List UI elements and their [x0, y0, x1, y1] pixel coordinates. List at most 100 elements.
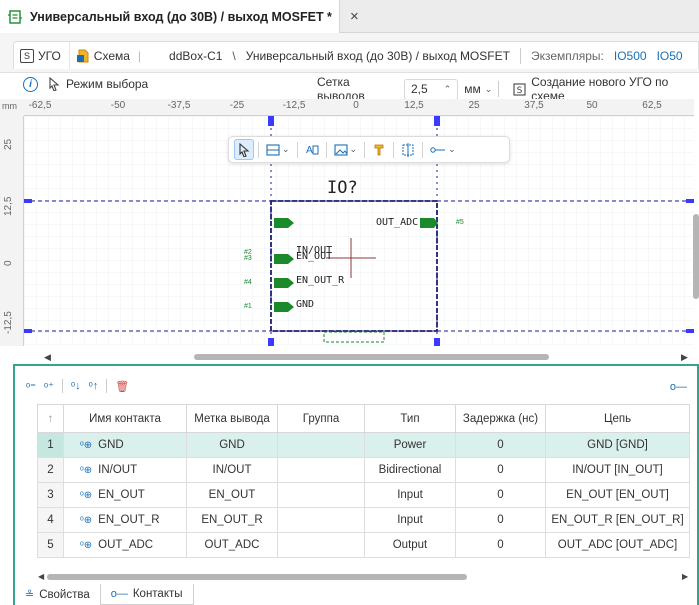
instance-link[interactable]: IO50	[657, 49, 683, 63]
pin-icon: ᵒ⊕	[80, 540, 93, 551]
text-tool-button[interactable]: A	[302, 139, 322, 160]
type-cell[interactable]: Output	[364, 532, 456, 558]
pin-number: #4	[244, 279, 252, 286]
net-cell[interactable]: GND [GND]	[545, 432, 690, 458]
pin-label-cell[interactable]: OUT_ADC	[186, 532, 278, 558]
chevron-down-icon: ⌄	[349, 144, 358, 154]
horizontal-scrollbar[interactable]	[40, 352, 685, 362]
shape-tool-button[interactable]: ⌄	[263, 139, 293, 160]
pin-icon: ᵒ⊕	[80, 490, 93, 501]
group-cell[interactable]	[277, 482, 365, 508]
chevron-down-icon: ⌄	[282, 144, 290, 154]
image-tool-button[interactable]: ⌄	[331, 139, 361, 160]
contacts-table: ↑ Имя контакта Метка вывода Группа Тип З…	[37, 404, 690, 558]
group-cell[interactable]	[277, 532, 365, 558]
table-horizontal-scrollbar[interactable]	[37, 572, 689, 582]
column-header[interactable]: Метка вывода	[186, 404, 278, 433]
ruler-label: 0	[3, 260, 14, 266]
close-icon[interactable]: ×	[350, 9, 359, 24]
column-header[interactable]: Имя контакта	[63, 404, 187, 433]
instance-link[interactable]: IO500	[614, 49, 647, 63]
grid-value: 2,5	[411, 82, 428, 96]
column-header[interactable]: Задержка (нс)	[455, 404, 546, 433]
divider	[258, 141, 259, 158]
contact-name-cell[interactable]: ᵒ⊕ EN_OUT_R	[63, 507, 187, 533]
scroll-right-icon[interactable]: ▶	[681, 352, 688, 363]
divider	[296, 141, 298, 158]
delay-cell[interactable]: 0	[455, 482, 546, 508]
tab-schematic[interactable]: Схема |	[70, 42, 149, 69]
ruler-label: 62,5	[642, 100, 662, 111]
unit-dropdown[interactable]: мм ⌄	[464, 82, 492, 96]
pin-number: #5	[456, 219, 464, 226]
type-cell[interactable]: Bidirectional	[364, 457, 456, 483]
type-cell[interactable]: Input	[364, 507, 456, 533]
add-pin-group-icon[interactable]: ᵒ⁺	[44, 380, 54, 393]
divider	[325, 141, 327, 158]
delay-cell[interactable]: 0	[455, 432, 546, 458]
move-down-icon[interactable]: ᵒ↓	[71, 380, 81, 392]
sort-indicator[interactable]: ↑	[37, 404, 64, 433]
move-up-icon[interactable]: ᵒ↑	[89, 380, 99, 392]
net-cell[interactable]: IN/OUT [IN_OUT]	[545, 457, 690, 483]
pin-icon: o—	[110, 588, 128, 600]
tab-properties[interactable]: ≗ Свойства	[15, 584, 100, 605]
pin-label-cell[interactable]: GND	[186, 432, 278, 458]
net-cell[interactable]: EN_OUT_R [EN_OUT_R]	[545, 507, 690, 533]
table-row[interactable]: 3 ᵒ⊕ EN_OUT EN_OUT Input 0 EN_OUT [EN_OUT…	[37, 482, 690, 508]
ruler-horizontal: -62,5 -50 -37,5 -25 -12,5 0 12,5 25 37,5…	[24, 99, 694, 116]
column-header[interactable]: Цепь	[545, 404, 690, 433]
pin-view-icon[interactable]: o—	[670, 381, 687, 393]
pin-label-cell[interactable]: IN/OUT	[186, 457, 278, 483]
table-row[interactable]: 5 ᵒ⊕ OUT_ADC OUT_ADC Output 0 OUT_ADC [OU…	[37, 532, 690, 558]
delay-cell[interactable]: 0	[455, 507, 546, 533]
scroll-right-icon[interactable]: ▶	[682, 572, 688, 581]
document-tab[interactable]: Универсальный вход (до 30В) / выход MOSF…	[0, 0, 359, 33]
delay-cell[interactable]: 0	[455, 532, 546, 558]
type-cell[interactable]: Input	[364, 482, 456, 508]
pin-icon: ᵒ⊕	[80, 465, 93, 476]
grid-spinbox[interactable]: 2,5 ⌃	[404, 78, 459, 100]
tab-contacts[interactable]: o— Контакты	[99, 584, 194, 605]
table-row[interactable]: 2 ᵒ⊕ IN/OUT IN/OUT Bidirectional 0 IN/OUT…	[37, 457, 690, 483]
info-icon[interactable]: i	[23, 77, 38, 92]
column-header[interactable]: Тип	[364, 404, 456, 433]
delete-icon[interactable]: 🗑	[115, 380, 129, 393]
delay-cell[interactable]: 0	[455, 457, 546, 483]
breadcrumb-project[interactable]: ddBox-C1	[169, 49, 222, 63]
contact-name-cell[interactable]: ᵒ⊕ EN_OUT	[63, 482, 187, 508]
net-cell[interactable]: EN_OUT [EN_OUT]	[545, 482, 690, 508]
pin-tool-button[interactable]	[369, 139, 389, 160]
contact-name-cell[interactable]: ᵒ⊕ GND	[63, 432, 187, 458]
select-tool-button[interactable]	[234, 139, 254, 160]
column-header[interactable]: Группа	[277, 404, 365, 433]
contact-name: IN/OUT	[98, 464, 138, 476]
contact-name-cell[interactable]: ᵒ⊕ OUT_ADC	[63, 532, 187, 558]
contact-name-cell[interactable]: ᵒ⊕ IN/OUT	[63, 457, 187, 483]
svg-text:S: S	[517, 86, 523, 96]
ruler-label: 0	[353, 100, 359, 111]
pin-label-cell[interactable]: EN_OUT	[186, 482, 278, 508]
divider	[519, 47, 521, 64]
group-cell[interactable]	[277, 507, 365, 533]
selection-mode-button[interactable]: Режим выбора	[48, 77, 148, 91]
align-tool-button[interactable]	[398, 139, 418, 160]
contact-name: GND	[98, 439, 124, 451]
pin-style-button[interactable]: ⌄	[427, 139, 459, 160]
divider	[364, 141, 366, 158]
table-row[interactable]: 4 ᵒ⊕ EN_OUT_R EN_OUT_R Input 0 EN_OUT_R […	[37, 507, 690, 533]
table-row[interactable]: 1 ᵒ⊕ GND GND Power 0 GND [GND]	[37, 432, 690, 458]
group-cell[interactable]	[277, 432, 365, 458]
tab-ugo[interactable]: S УГО	[14, 42, 70, 69]
pin-label-cell[interactable]: EN_OUT_R	[186, 507, 278, 533]
ruler-label: -25	[229, 100, 245, 111]
vertical-scrollbar[interactable]	[693, 99, 699, 349]
add-pin-icon[interactable]: ᵒ⁼	[26, 380, 36, 393]
type-cell[interactable]: Power	[364, 432, 456, 458]
divider	[61, 379, 63, 393]
net-cell[interactable]: OUT_ADC [OUT_ADC]	[545, 532, 690, 558]
symbol-canvas[interactable]: IO? #2 IN/OUT #3 EN_OUT #4 EN_OUT_R #1 G…	[24, 116, 694, 346]
ruler-vertical: 25 12,5 0 -12,5	[0, 116, 24, 346]
group-cell[interactable]	[277, 457, 365, 483]
contacts-toolbar: ᵒ⁼ ᵒ⁺ ᵒ↓ ᵒ↑ 🗑	[26, 379, 129, 393]
